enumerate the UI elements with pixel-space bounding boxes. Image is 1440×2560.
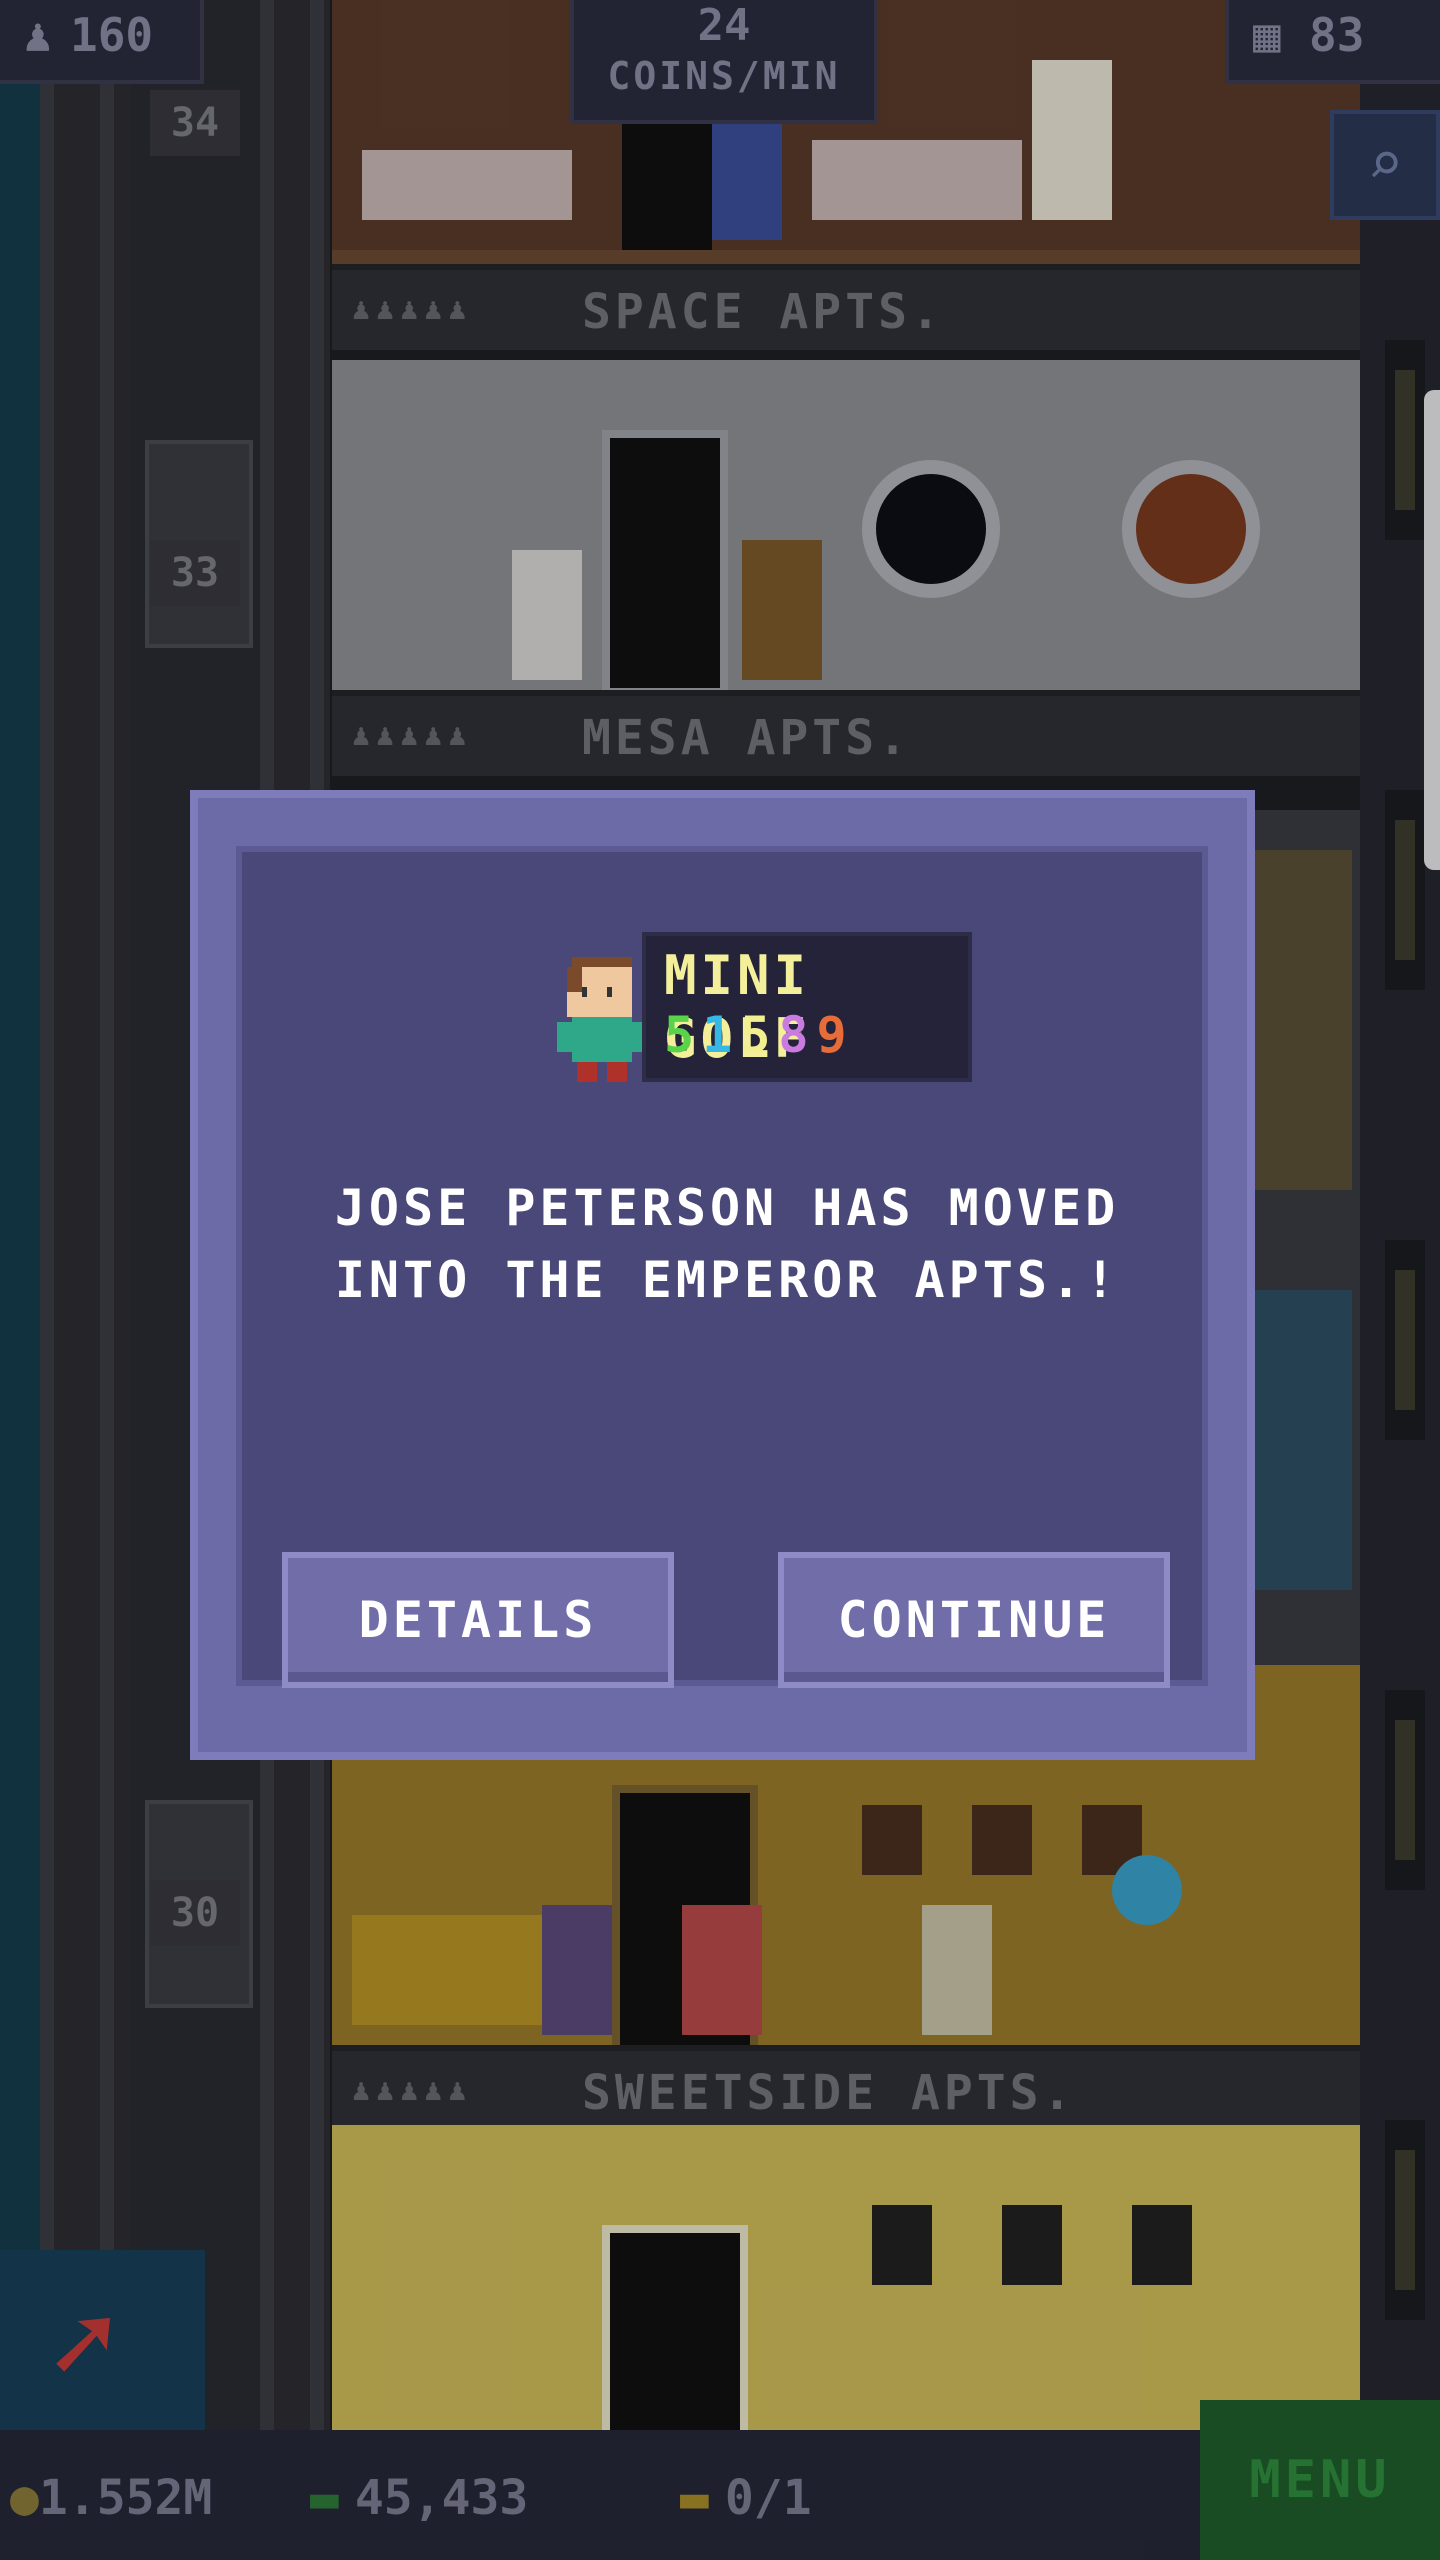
floor-33[interactable]: ♟♟♟♟♟ MESA APTS. (332, 360, 1360, 810)
skill-card: MINI GOLF 51589 (642, 932, 972, 1082)
skill-digit: 9 (816, 1006, 855, 1064)
doorway (602, 430, 728, 696)
floor-29[interactable] (332, 2125, 1360, 2451)
window-slot (1385, 340, 1425, 540)
coin-icon: ● (10, 2470, 39, 2526)
window-slot (1385, 790, 1425, 990)
share-button[interactable]: ➚ (0, 2250, 205, 2430)
resident[interactable] (682, 1905, 762, 2035)
floor-sign-label: SWEETSIDE APTS. (582, 2065, 1076, 2121)
bux-value: 45,433 (354, 2470, 529, 2526)
space-porthole (862, 460, 1000, 598)
resident[interactable] (712, 120, 782, 240)
floor-sign-label: SPACE APTS. (582, 284, 944, 340)
game-scene: 34 33 30 ♟♟♟♟♟ SPACE APTS. ♟♟♟♟♟ MESA AP… (0, 0, 1440, 2560)
bux-balance[interactable]: ▬ 45,433 (310, 2470, 528, 2526)
floor-number: 34 (150, 90, 240, 156)
floor-sign[interactable]: ♟♟♟♟♟ MESA APTS. (332, 690, 1360, 776)
tickets-value: 0/1 (724, 2470, 812, 2526)
capacity-icons: ♟♟♟♟♟ (352, 292, 473, 327)
skill-digits: 51589 (664, 1006, 855, 1064)
window-slot (1385, 2120, 1425, 2320)
coins-per-min: 24 COINS/MIN (570, 0, 878, 124)
floor-counter[interactable]: ▦ 83 (1225, 0, 1440, 84)
menu-button[interactable]: MENU (1200, 2400, 1440, 2560)
table (812, 140, 1022, 220)
resident-avatar (557, 957, 647, 1082)
window-slot (1385, 1240, 1425, 1440)
floor-line (332, 250, 1360, 264)
capacity-icons: ♟♟♟♟♟ (352, 2073, 473, 2108)
resident[interactable] (742, 540, 822, 680)
ticket-icon: ▬ (680, 2470, 709, 2526)
floor-sign[interactable]: ♟♟♟♟♟ SWEETSIDE APTS. (332, 2045, 1360, 2131)
flower (1112, 1855, 1182, 1925)
resident[interactable] (542, 1905, 612, 2035)
move-in-dialog: MINI GOLF 51589 JOSE PETERSON HAS MOVED … (190, 790, 1255, 1760)
picture-frame (1132, 2205, 1192, 2285)
window-slot (1385, 1690, 1425, 1890)
skill-digit: 1 (702, 1006, 741, 1064)
dialog-message: JOSE PETERSON HAS MOVED INTO THE EMPEROR… (282, 1172, 1172, 1316)
coins-balance[interactable]: ●1.552M (10, 2470, 212, 2526)
floor-number: 30 (150, 1880, 240, 1946)
coins-per-min-value: 24 (697, 0, 751, 51)
chef[interactable] (1032, 60, 1112, 220)
population-icon: ♟ (24, 8, 52, 62)
sky-strip (0, 0, 40, 2440)
resident[interactable] (922, 1905, 992, 2035)
coins-per-min-label: COINS/MIN (607, 54, 841, 98)
room-interior (332, 360, 1360, 696)
capacity-icons: ♟♟♟♟♟ (352, 718, 473, 753)
continue-button[interactable]: CONTINUE (778, 1552, 1170, 1688)
shaft-rail (100, 0, 114, 2440)
coins-value: 1.552M (38, 2470, 213, 2526)
picture-frame (972, 1805, 1032, 1875)
shaft-rail (40, 0, 54, 2440)
arrow-icon: ➚ (50, 2280, 117, 2408)
building-icon: ▦ (1253, 8, 1281, 62)
floor-sign-label: MESA APTS. (582, 710, 911, 766)
search-icon[interactable]: ⌕ (1330, 110, 1440, 220)
doorway (602, 2225, 748, 2451)
picture-frame (1002, 2205, 1062, 2285)
skill-digit: 5 (664, 1006, 703, 1064)
skill-digit: 5 (740, 1006, 779, 1064)
tickets-balance[interactable]: ▬ 0/1 (680, 2470, 812, 2526)
floor-sign[interactable]: ♟♟♟♟♟ SPACE APTS. (332, 264, 1360, 350)
resident[interactable] (512, 550, 582, 680)
message-line-2: INTO THE EMPEROR APTS.! (334, 1251, 1120, 1309)
table (362, 150, 572, 220)
floor-number: 33 (150, 540, 240, 606)
picture-frame (862, 1805, 922, 1875)
bux-icon: ▬ (310, 2470, 339, 2526)
scroll-handle[interactable] (1424, 390, 1440, 870)
picture-frame (872, 2205, 932, 2285)
floor-count-value: 83 (1309, 8, 1365, 62)
details-button[interactable]: DETAILS (282, 1552, 674, 1688)
population-counter[interactable]: ♟ 160 (0, 0, 204, 84)
message-line-1: JOSE PETERSON HAS MOVED (334, 1179, 1120, 1237)
mars-porthole (1122, 460, 1260, 598)
dialog-panel: MINI GOLF 51589 JOSE PETERSON HAS MOVED … (236, 846, 1208, 1688)
skill-digit: 8 (778, 1006, 817, 1064)
population-value: 160 (70, 8, 154, 62)
